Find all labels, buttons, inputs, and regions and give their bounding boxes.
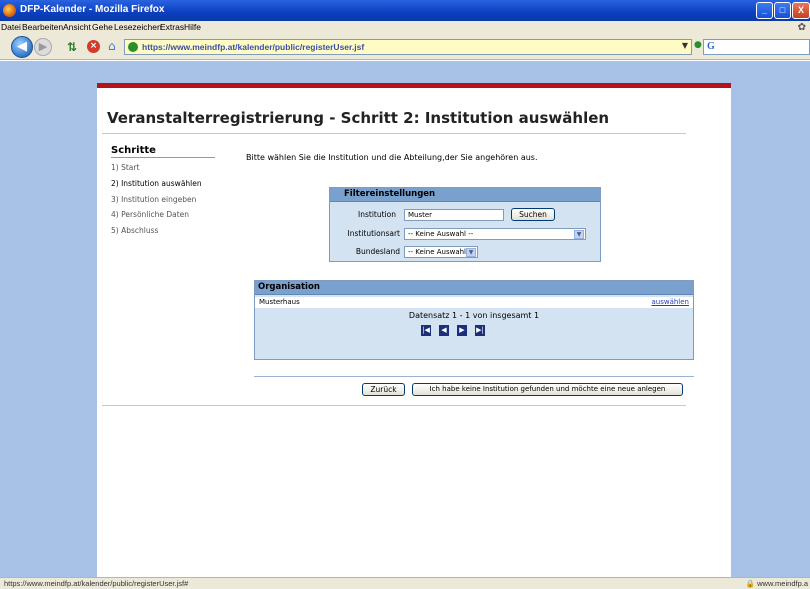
- content-frame: [102, 133, 686, 406]
- maximize-button[interactable]: □: [774, 2, 791, 19]
- home-icon[interactable]: ⌂: [108, 39, 116, 53]
- google-search-icon: G: [707, 41, 715, 52]
- url-text: https://www.meindfp.at/kalender/public/r…: [142, 42, 365, 52]
- status-domain: 🔒 www.meindfp.a: [745, 579, 808, 588]
- menu-datei[interactable]: Datei: [1, 22, 21, 32]
- window-title: DFP-Kalender - Mozilla Firefox: [20, 4, 165, 15]
- step-institution-eingeben: 3) Institution eingeben: [111, 195, 197, 204]
- institution-input[interactable]: Muster: [404, 209, 504, 221]
- stop-icon[interactable]: ×: [87, 40, 100, 53]
- first-page-icon[interactable]: |◀: [421, 325, 431, 336]
- state-select[interactable]: -- Keine Auswahl -- ▼: [404, 246, 478, 258]
- chevron-down-icon[interactable]: ▼: [466, 248, 476, 257]
- menu-bearbeiten[interactable]: Bearbeiten: [22, 22, 63, 32]
- dataset-count: Datensatz 1 - 1 von insgesamt 1: [408, 311, 540, 320]
- status-bar: https://www.meindfp.at/kalender/public/r…: [0, 577, 810, 589]
- institution-label: Institution: [358, 210, 396, 219]
- actions-divider: [254, 376, 694, 377]
- steps-title: Schritte: [111, 145, 156, 156]
- search-box[interactable]: G: [703, 39, 810, 55]
- url-dropdown-icon[interactable]: ▼: [682, 41, 688, 50]
- next-page-icon[interactable]: ▶: [457, 325, 467, 336]
- menu-ansicht[interactable]: Ansicht: [63, 22, 91, 32]
- page-viewport: Veranstalterregistrierung - Schritt 2: I…: [0, 61, 810, 577]
- organisation-panel-header: Organisation: [255, 281, 693, 295]
- steps-divider: [111, 157, 215, 158]
- organisation-panel: Organisation Musterhaus auswählen Datens…: [254, 280, 694, 360]
- institution-type-select[interactable]: -- Keine Auswahl -- ▼: [404, 228, 586, 240]
- minimize-button[interactable]: _: [756, 2, 773, 19]
- menu-hilfe[interactable]: Hilfe: [184, 22, 201, 32]
- chevron-down-icon[interactable]: ▼: [574, 230, 584, 239]
- step-abschluss: 5) Abschluss: [111, 226, 159, 235]
- status-url: https://www.meindfp.at/kalender/public/r…: [4, 579, 189, 588]
- filter-panel-header: Filtereinstellungen: [330, 188, 600, 202]
- page-title: Veranstalterregistrierung - Schritt 2: I…: [107, 109, 610, 127]
- create-new-institution-button[interactable]: Ich habe keine Institution gefunden und …: [412, 383, 683, 396]
- select-organisation-link[interactable]: auswählen: [651, 298, 689, 306]
- close-button[interactable]: X: [792, 2, 810, 19]
- step-start: 1) Start: [111, 163, 140, 172]
- state-value: -- Keine Auswahl --: [408, 248, 474, 256]
- navigation-toolbar: ◀ ▶ ⇅ × ⌂ https://www.meindfp.at/kalende…: [0, 34, 810, 60]
- page-top-bar: [97, 83, 731, 88]
- organisation-name: Musterhaus: [259, 298, 300, 306]
- back-arrow-icon[interactable]: ◀: [11, 36, 33, 58]
- filter-panel: Filtereinstellungen Institution Muster S…: [329, 187, 601, 262]
- status-domain-text: www.meindfp.a: [757, 579, 808, 588]
- page-container: Veranstalterregistrierung - Schritt 2: I…: [97, 83, 731, 577]
- forward-arrow-icon[interactable]: ▶: [34, 38, 52, 56]
- institution-type-label: Institutionsart: [347, 229, 401, 238]
- intro-text: Bitte wählen Sie die Institution und die…: [246, 153, 538, 162]
- step-persoenliche-daten: 4) Persönliche Daten: [111, 210, 190, 219]
- prev-page-icon[interactable]: ◀: [439, 325, 449, 336]
- back-button[interactable]: Zurück: [362, 383, 405, 396]
- menu-extras[interactable]: Extras: [160, 22, 184, 32]
- url-bar[interactable]: https://www.meindfp.at/kalender/public/r…: [124, 39, 692, 55]
- state-label: Bundesland: [355, 247, 400, 256]
- go-icon[interactable]: ●: [694, 40, 702, 50]
- reload-icon[interactable]: ⇅: [67, 40, 77, 54]
- firefox-icon: [3, 4, 16, 17]
- site-globe-icon: [128, 42, 138, 52]
- table-row: Musterhaus auswählen: [255, 297, 693, 308]
- step-institution-auswaehlen: 2) Institution auswählen: [111, 179, 202, 188]
- menu-bar: Datei Bearbeiten Ansicht Gehe Lesezeiche…: [0, 21, 810, 34]
- menu-gehe[interactable]: Gehe: [92, 22, 113, 32]
- institution-type-value: -- Keine Auswahl --: [408, 230, 474, 238]
- last-page-icon[interactable]: ▶|: [475, 325, 485, 336]
- menu-lesezeichen[interactable]: Lesezeichen: [114, 22, 162, 32]
- throbber-icon: ✿: [797, 22, 806, 33]
- window-titlebar: DFP-Kalender - Mozilla Firefox _ □ X: [0, 0, 810, 21]
- search-button[interactable]: Suchen: [511, 208, 555, 221]
